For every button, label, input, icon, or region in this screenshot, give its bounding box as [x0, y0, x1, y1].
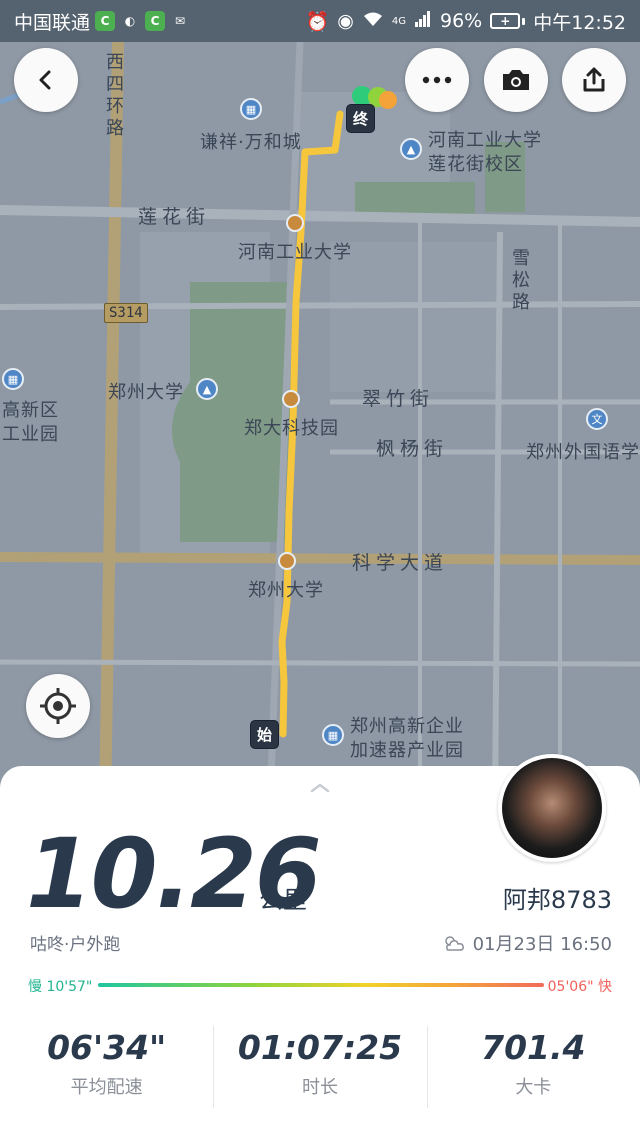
transit-poi-icon [282, 390, 300, 408]
map-label: 莲花街 [138, 206, 211, 228]
pace-fast-label: 05'06" 快 [547, 979, 612, 995]
transit-poi-icon [286, 214, 304, 232]
map-label: 翠竹街 [362, 388, 435, 410]
pace-gradient-bar [98, 983, 544, 987]
activity-datetime: 01月23日 16:50 [441, 930, 612, 956]
more-button[interactable] [405, 48, 469, 112]
map-label: 谦祥·万和城 [200, 132, 302, 153]
end-marker[interactable]: 终 [346, 104, 376, 133]
start-marker[interactable]: 始 [250, 720, 280, 749]
share-button[interactable] [562, 48, 626, 112]
stats-row: 06'34" 平均配速 01:07:25 时长 701.4 大卡 [0, 1022, 640, 1114]
battery-icon: + [490, 13, 526, 29]
stat-label: 平均配速 [70, 1077, 143, 1098]
activity-source: 咕咚·户外跑 [30, 935, 121, 955]
building-poi-icon: ▦ [322, 724, 344, 746]
map-label: 加速器产业园 [350, 740, 464, 761]
camera-icon [503, 70, 529, 90]
stat-label: 大卡 [515, 1077, 552, 1098]
avatar[interactable] [498, 754, 606, 862]
wifi-icon [362, 10, 384, 33]
chevron-up-icon[interactable] [308, 780, 332, 794]
stat-duration: 01:07:25 时长 [213, 1022, 426, 1114]
map-label: 雪松路 [509, 248, 530, 314]
school-poi-icon: ▲ [400, 138, 422, 160]
alarm-icon: ⏰ [305, 10, 330, 33]
wechat-icon: ✉ [174, 14, 186, 28]
eye-icon: ◉ [337, 10, 354, 32]
map-label: 河南工业大学 [238, 242, 352, 263]
carrier-label: 中国联通 [14, 11, 91, 34]
school-poi-icon: 文 [586, 408, 608, 430]
pace-slow-label: 慢 10'57" [28, 979, 93, 995]
stat-value: 06'34" [47, 1028, 167, 1067]
school-poi-icon: ▲ [196, 378, 218, 400]
route-map[interactable]: 西四环路 ▦ 谦祥·万和城 ▲ 河南工业大学 莲花街校区 莲花街 河南工业大学 … [0, 42, 640, 802]
map-label: 工业园 [2, 424, 59, 445]
back-button[interactable] [14, 48, 78, 112]
camera-button[interactable] [484, 48, 548, 112]
map-label: 高新区 [2, 400, 59, 421]
app-notification-icon-2: C [145, 11, 166, 31]
datetime-text: 01月23日 16:50 [472, 934, 612, 955]
stat-calories: 701.4 大卡 [426, 1022, 640, 1114]
distance-unit: 公里 [259, 886, 307, 914]
locate-button[interactable] [26, 674, 90, 738]
map-label: 郑州外国语学 [526, 442, 640, 463]
map-label: 科学大道 [352, 552, 449, 574]
battery-percent: 96% [440, 10, 483, 32]
avatar-image [502, 758, 602, 858]
transit-poi-icon [278, 552, 296, 570]
map-label: 郑州高新企业 [350, 716, 464, 737]
stat-avg-pace: 06'34" 平均配速 [0, 1022, 213, 1114]
username[interactable]: 阿邦8783 [503, 880, 612, 915]
status-bar: 中国联通 C ◐ C ✉ ⏰ ◉ 4G 96% + 中午12:52 [0, 0, 640, 42]
stat-value: 01:07:25 [237, 1028, 403, 1067]
map-label: 枫杨街 [376, 438, 449, 460]
flame-icon: ◐ [124, 14, 136, 28]
back-arrow-icon [39, 70, 51, 90]
map-label: 莲花街校区 [428, 154, 523, 175]
stat-label: 时长 [301, 1077, 338, 1098]
map-label: 郑州大学 [108, 382, 184, 403]
map-label: 郑大科技园 [244, 418, 339, 439]
map-label: 河南工业大学 [428, 130, 542, 151]
clock: 中午12:52 [533, 11, 626, 34]
stat-value: 701.4 [481, 1028, 586, 1067]
signal-icon [414, 10, 432, 33]
app-notification-icon: C [95, 11, 116, 31]
building-poi-icon: ▦ [240, 98, 262, 120]
more-dots-icon [422, 76, 452, 84]
map-label: 郑州大学 [248, 580, 324, 601]
locate-crosshair-icon [40, 688, 76, 724]
map-label: 西四环路 [103, 52, 124, 140]
highway-shield: S314 [104, 303, 148, 323]
building-poi-icon: ▦ [2, 368, 24, 390]
weather-cloudy-icon [444, 936, 464, 951]
share-icon [583, 67, 605, 92]
network-type: 4G [391, 15, 406, 27]
